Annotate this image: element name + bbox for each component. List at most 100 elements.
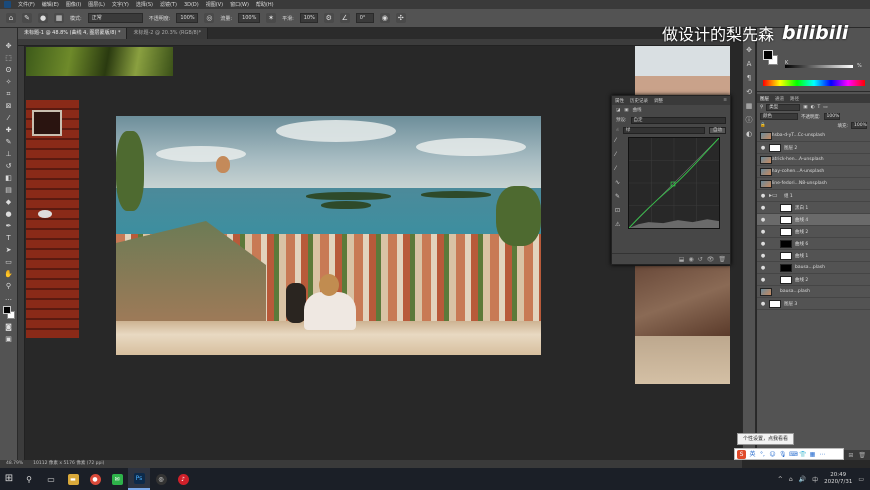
ime-keyboard-icon[interactable]: ⌨ (789, 451, 798, 458)
layer-thumbnail[interactable] (760, 179, 772, 188)
layer-name[interactable]: 曲线 2 (795, 277, 808, 283)
clip-to-layer-icon[interactable]: ⬓ (679, 256, 685, 263)
visibility-eye-icon[interactable]: ● (760, 241, 766, 247)
volume-icon[interactable]: 🔊 (799, 476, 806, 483)
gradient-tool-icon[interactable]: ▤ (3, 186, 15, 195)
airbrush-icon[interactable]: ✶ (266, 13, 277, 23)
filter-type-icon[interactable]: T (818, 105, 821, 110)
chrome-icon[interactable]: ● (84, 468, 106, 490)
photoshop-taskbar-icon[interactable]: Ps (128, 468, 150, 490)
ime-toolbar[interactable]: S 英 °, ☺ 🎙 ⌨ 👕 ▦ ⋯ (734, 448, 844, 460)
menu-file[interactable]: 文件(F) (18, 1, 35, 8)
layer-thumbnail[interactable] (780, 263, 792, 272)
task-view-icon[interactable]: ▭ (40, 468, 62, 490)
windows-start-icon[interactable]: ⊞ (0, 468, 18, 490)
info-icon[interactable]: ⓘ (745, 116, 753, 124)
tab-adjustments[interactable]: 调整 (654, 98, 663, 104)
search-icon[interactable]: ⚲ (18, 468, 40, 490)
layer-thumbnail[interactable] (760, 155, 772, 164)
filter-pixel-icon[interactable]: ▣ (803, 105, 807, 110)
layer-row[interactable]: ● 曲线 1 (757, 250, 870, 262)
document-info[interactable]: 10112 像素 x 5176 像素 (72 ppi) (33, 460, 104, 468)
layer-row[interactable]: ● 黑白 1 (757, 202, 870, 214)
type-tool-icon[interactable]: T (3, 234, 15, 243)
netease-music-icon[interactable]: ♪ (172, 468, 194, 490)
new-layer-icon[interactable]: ⊞ (848, 452, 853, 459)
color-spectrum[interactable] (763, 80, 865, 86)
layer-name[interactable]: ahsba-d-yT...Cc-unsplash (769, 133, 825, 138)
ime-more-icon[interactable]: ⋯ (819, 451, 826, 458)
obs-icon[interactable]: ◎ (150, 468, 172, 490)
ime-punct-icon[interactable]: °, (759, 451, 766, 458)
filter-shape-icon[interactable]: ▭ (823, 105, 827, 110)
main-landscape-photo[interactable] (116, 116, 541, 355)
foreground-color-swatch[interactable] (2, 306, 11, 314)
fill-field[interactable]: 100% (851, 122, 867, 129)
color-swatches[interactable] (2, 306, 15, 320)
tab-paths[interactable]: 路径 (790, 96, 799, 102)
visibility-eye-icon[interactable]: ● (760, 217, 766, 223)
reset-icon[interactable]: ↺ (698, 256, 703, 263)
layer-name[interactable]: 组 1 (784, 193, 793, 199)
path-select-tool-icon[interactable]: ➤ (3, 246, 15, 255)
layer-name[interactable]: 图层 3 (784, 301, 797, 307)
ime-voice-icon[interactable]: 🎙 (779, 451, 787, 458)
angle-field[interactable]: 0° (355, 13, 374, 23)
home-icon[interactable]: ⌂ (6, 13, 16, 23)
layer-name[interactable]: 曲线 4 (795, 217, 808, 223)
layer-thumbnail[interactable] (760, 167, 772, 176)
hand-tool-icon[interactable]: ✋ (3, 270, 15, 279)
crop-tool-icon[interactable]: ⌗ (3, 90, 15, 99)
layer-name[interactable]: ohay-cohen...A-unsplash (769, 169, 824, 174)
tab-history[interactable]: 历史记录 (630, 98, 648, 104)
marquee-tool-icon[interactable]: ⬚ (3, 54, 15, 63)
layer-thumbnail[interactable] (780, 215, 792, 224)
layer-row[interactable]: ●ohay-cohen...A-unsplash (757, 166, 870, 178)
zoom-tool-icon[interactable]: ⚲ (3, 282, 15, 291)
layer-name[interactable]: bausa...plash (780, 289, 810, 294)
character-icon[interactable]: A (745, 60, 753, 68)
history-brush-icon[interactable]: ↺ (3, 162, 15, 171)
quick-select-tool-icon[interactable]: ✧ (3, 78, 15, 87)
layer-name[interactable]: 黑白 1 (795, 205, 808, 211)
layer-thumbnail[interactable] (760, 131, 772, 140)
visibility-icon[interactable]: 👁 (707, 256, 715, 263)
folder-icon[interactable]: ▸▭ (769, 192, 781, 200)
roof-photo[interactable] (26, 100, 79, 338)
visibility-eye-icon[interactable]: ● (760, 205, 766, 211)
menu-3d[interactable]: 3D(D) (184, 2, 199, 8)
ime-tools-icon[interactable]: ▦ (809, 451, 816, 458)
tab-document-1[interactable]: 未标题-1 @ 48.8% (曲线 4, 图层蒙版/8) * (18, 28, 128, 39)
pencil-curve-icon[interactable]: ✎ (615, 193, 625, 200)
menu-type[interactable]: 文字(Y) (112, 1, 129, 8)
frame-tool-icon[interactable]: ⊠ (3, 102, 15, 111)
visibility-eye-icon[interactable]: ● (760, 277, 766, 283)
tree-photo[interactable] (26, 47, 173, 76)
visibility-eye-icon[interactable]: ● (760, 301, 766, 307)
gear-icon[interactable]: ⚙ (323, 13, 334, 23)
layer-thumbnail[interactable] (760, 287, 772, 296)
layer-thumbnail[interactable] (780, 251, 792, 260)
layer-row[interactable]: ● bausa...plash (757, 262, 870, 274)
target-adjust-icon[interactable]: ☝ (616, 128, 619, 133)
lock-icon[interactable]: 🔒 (760, 123, 766, 128)
layer-opacity-field[interactable]: 100% (823, 113, 840, 120)
flow-field[interactable]: 100% (238, 13, 261, 23)
menu-view[interactable]: 视图(V) (206, 1, 223, 8)
histogram-warning-icon[interactable]: ⚠ (615, 221, 625, 228)
brush-preset-icon[interactable]: ✎ (22, 13, 32, 23)
k-value[interactable]: % (857, 63, 862, 69)
visibility-eye-icon[interactable]: ● (760, 193, 766, 199)
layer-name[interactable]: patrick-hen...A-unsplash (769, 157, 824, 162)
symmetry-icon[interactable]: ✣ (395, 13, 406, 23)
menu-window[interactable]: 窗口(W) (230, 1, 249, 8)
layer-row[interactable]: ● 图层 2 (757, 142, 870, 154)
layer-row[interactable]: ● 曲线 2 (757, 226, 870, 238)
pressure-size-icon[interactable]: ◉ (379, 13, 390, 23)
layer-filter-select[interactable]: 类型 (766, 104, 801, 111)
tab-channels[interactable]: 通道 (775, 96, 784, 102)
menu-select[interactable]: 选择(S) (136, 1, 153, 8)
delete-layer-icon[interactable]: 🗑 (858, 452, 866, 459)
tab-layers[interactable]: 图层 (760, 96, 769, 102)
menu-layer[interactable]: 图层(L) (88, 1, 105, 8)
